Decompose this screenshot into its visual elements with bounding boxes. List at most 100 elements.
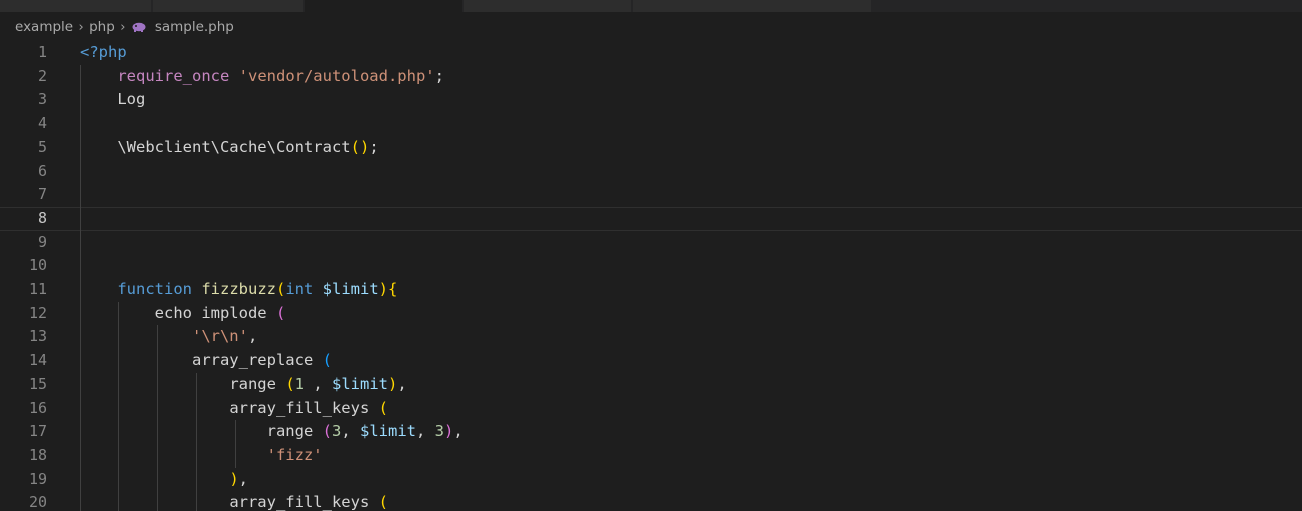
code-token: function [117,280,192,298]
indent-guide [235,420,236,468]
code-token: echo implode [154,303,276,322]
code-line[interactable]: 7 [0,183,1302,207]
line-number: 14 [28,351,47,370]
line-number: 11 [28,280,47,298]
code-token: ( [350,137,360,156]
code-token: ( [275,280,286,298]
editor-tab[interactable] [0,0,152,12]
editor-tab[interactable] [153,0,304,12]
code-token: range [229,374,286,393]
code-token: ) [229,469,239,488]
code-text: range (3, $limit, 3), [80,420,463,444]
code-token: fizzbuzz [201,280,276,298]
code-line[interactable]: 6 [0,160,1302,184]
code-line[interactable]: 14 array_replace ( [0,349,1302,373]
line-number: 9 [37,232,47,251]
code-token: '\r\n' [191,327,248,346]
editor-tab[interactable] [633,0,872,12]
code-token: \Webclient\Cache\Contract [117,137,351,156]
code-line[interactable]: 4 [0,112,1302,136]
editor-tab[interactable] [464,0,632,12]
code-line[interactable]: 3 Log [0,88,1302,112]
code-line[interactable]: 5 \Webclient\Cache\Contract(); [0,136,1302,160]
code-line[interactable]: 11 function fizzbuzz(int $limit){ [0,278,1302,302]
code-editor[interactable]: 1 <?php 2 require_once 'vendor/autoload.ph… [0,41,1302,511]
line-number: 8 [37,208,47,227]
breadcrumb-item-file[interactable]: sample.php [155,19,234,35]
code-text: 'fizz' [80,444,323,468]
code-token: , [304,374,332,393]
code-token: ( [275,303,286,322]
code-token: 3 [434,422,445,441]
line-number: 1 [37,43,47,61]
code-line[interactable]: 2 require_once 'vendor/autoload.php'; [0,65,1302,89]
line-number: 7 [37,185,47,204]
breadcrumb: example › php › sample.php [0,12,1302,42]
code-text: array_fill_keys ( [80,397,388,421]
code-token: array_fill_keys [229,493,379,511]
code-token: array_replace [191,351,323,370]
code-line[interactable]: 13 '\r\n', [0,325,1302,349]
code-text: '\r\n', [80,325,257,349]
chevron-right-icon: › [78,19,84,35]
indent-guide [196,372,197,511]
breadcrumb-item-folder[interactable]: example [15,19,73,35]
code-token: , [247,327,258,346]
code-token: ) [359,137,370,156]
code-token: array_fill_keys [229,398,379,417]
code-line[interactable]: 12 echo implode ( [0,302,1302,326]
code-text: require_once 'vendor/autoload.php'; [80,65,444,89]
code-token: require_once [117,66,230,85]
code-token: $limit [360,422,416,441]
code-token: , [238,469,248,488]
editor-tab-active[interactable] [305,0,463,12]
code-line[interactable]: 10 [0,254,1302,278]
code-text: function fizzbuzz(int $limit){ [80,278,397,302]
code-token: ( [378,398,388,417]
code-text: \Webclient\Cache\Contract(); [80,136,379,160]
line-number: 2 [37,66,47,85]
code-token: 'fizz' [266,445,323,464]
code-token: Log [117,90,146,109]
code-token: ( [285,374,295,393]
editor-tab-strip [0,0,1302,12]
line-number: 17 [28,422,47,441]
code-token: 'vendor/autoload.php' [238,66,435,85]
line-number: 15 [28,374,47,393]
code-token: $limit [332,374,388,393]
line-number: 10 [28,256,47,275]
line-number: 5 [37,137,47,156]
code-token: 1 [294,374,304,393]
code-token: ) [388,374,398,393]
php-elephant-icon [131,19,155,35]
line-number: 16 [28,398,47,417]
code-token: { [388,280,398,298]
code-token: ; [434,66,444,85]
code-token: range [266,422,323,441]
code-text: ), [80,468,248,492]
code-line[interactable]: 8 [0,206,1302,231]
code-token: ) [378,280,389,298]
code-token: ; [369,137,379,156]
code-token: int [285,280,314,298]
code-token: $limit [322,280,379,298]
code-line[interactable]: 1 <?php [0,41,1302,65]
line-number: 20 [28,493,47,511]
breadcrumb-item-folder[interactable]: php [89,19,115,35]
code-token: ( [378,493,388,511]
code-token: , [397,374,407,393]
indent-guide [157,325,158,511]
code-line[interactable]: 9 [0,231,1302,255]
code-token: , [341,422,360,441]
code-token: , [416,422,435,441]
